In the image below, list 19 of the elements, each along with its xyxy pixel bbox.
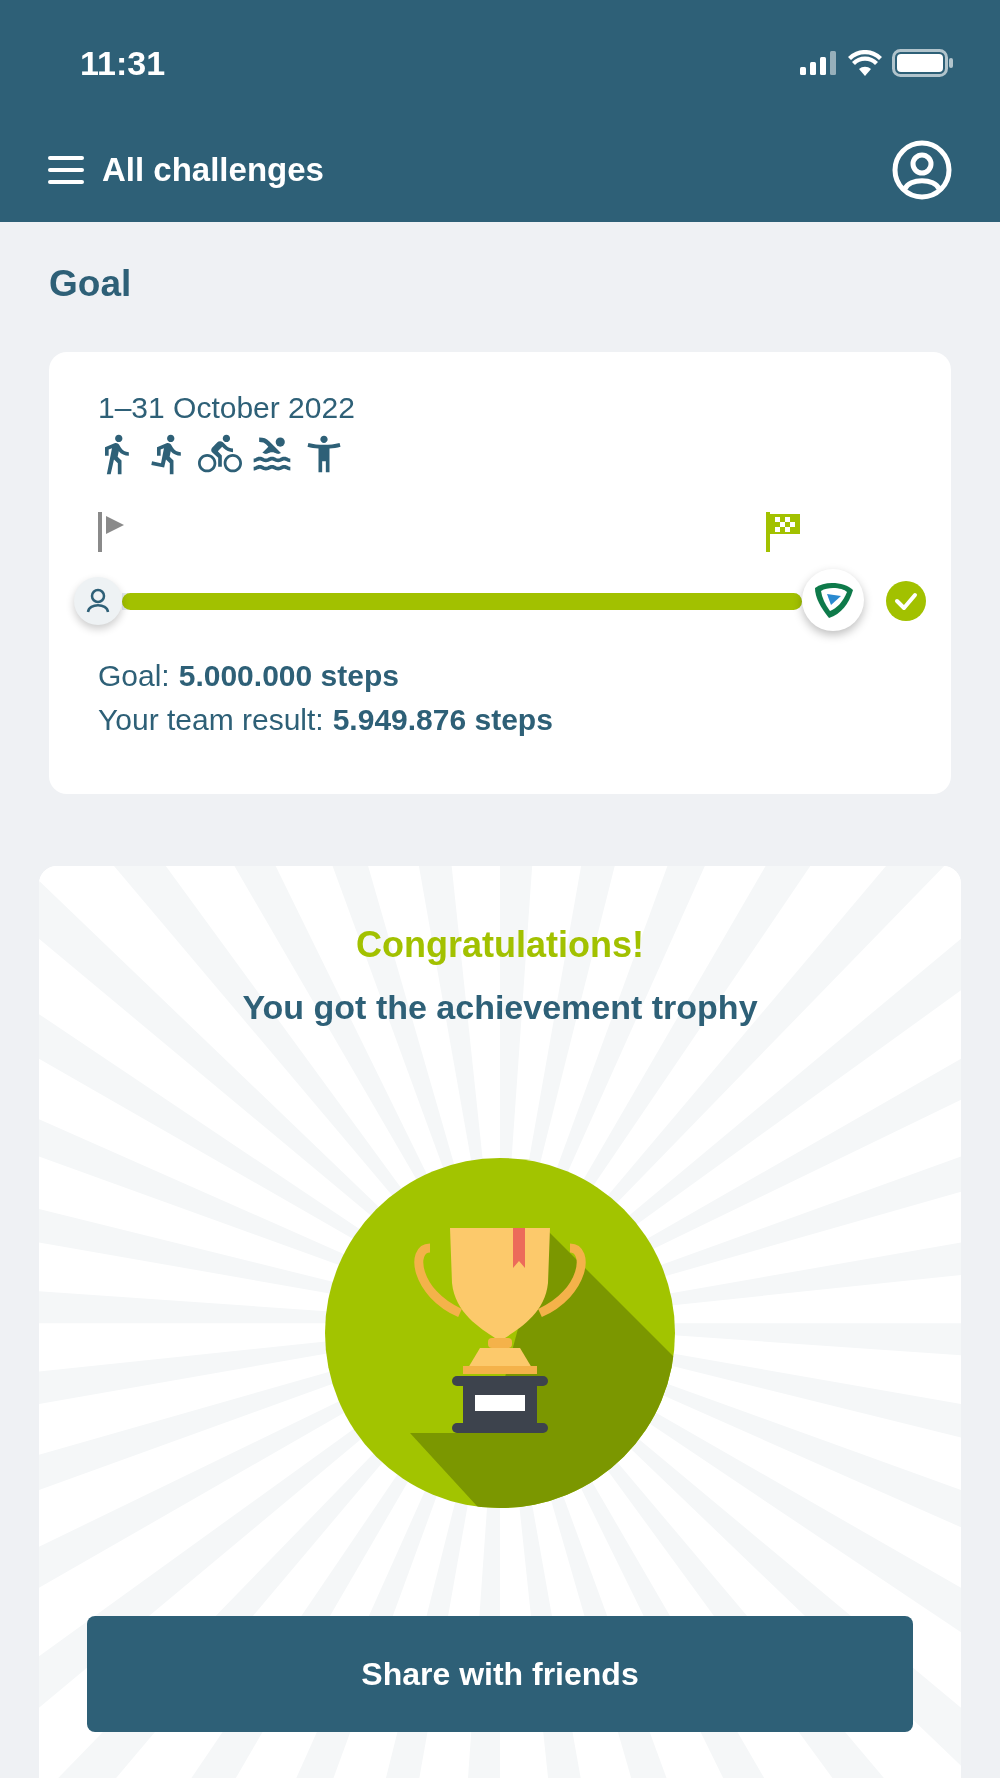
wifi-icon	[848, 50, 882, 76]
battery-icon	[892, 49, 954, 77]
date-range: 1–31 October 2022	[98, 389, 356, 426]
team-logo-icon	[802, 568, 864, 631]
goal-value: 5.000.000 steps	[178, 657, 399, 694]
finish-flag-icon	[766, 511, 802, 552]
signal-icon	[800, 51, 838, 75]
profile-icon[interactable]	[892, 140, 952, 200]
menu-icon[interactable]	[48, 155, 84, 185]
goal-label: Goal:	[98, 657, 170, 694]
result-value: 5.949.876 steps	[332, 701, 553, 738]
status-time: 11:31	[80, 42, 166, 84]
result-label: Your team result:	[98, 701, 324, 738]
header-title[interactable]: All challenges	[102, 145, 324, 195]
share-button[interactable]: Share with friends	[87, 1616, 913, 1732]
congrats-heading: Congratulations!	[356, 922, 644, 967]
section-title: Goal	[49, 262, 133, 306]
start-flag-icon	[98, 511, 126, 552]
trophy-subtitle: You got the achievement trophy	[242, 986, 758, 1028]
